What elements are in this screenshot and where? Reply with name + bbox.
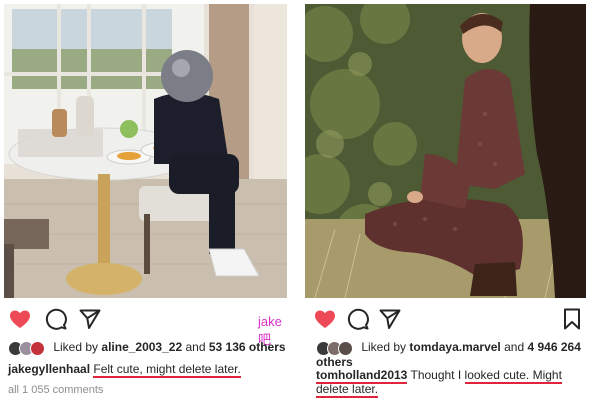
others-count-link[interactable]: 4 946 264	[528, 340, 581, 354]
right-instagram-post: Liked by tomdaya.marvel and 4 946 264 ot…	[300, 0, 590, 401]
heart-icon[interactable]	[313, 307, 337, 331]
liker-avatars	[8, 340, 46, 356]
meme-collage: jake吧 Liked by aline_2003_22 and 53 136 …	[0, 0, 590, 401]
right-post-actions	[308, 307, 590, 333]
avatar	[30, 340, 45, 356]
left-likes-row[interactable]: Liked by aline_2003_22 and 53 136 others	[8, 340, 291, 356]
username-link[interactable]: jakegyllenhaal	[8, 362, 90, 376]
share-icon[interactable]	[78, 307, 102, 331]
left-caption: jakegyllenhaal Felt cute, might delete l…	[8, 362, 288, 378]
left-instagram-post: jake吧 Liked by aline_2003_22 and 53 136 …	[0, 0, 291, 401]
bookmark-icon[interactable]	[560, 307, 584, 331]
right-post-photo	[305, 4, 586, 298]
share-icon[interactable]	[378, 307, 402, 331]
kneeling-man-image	[305, 4, 586, 298]
liker-avatars	[316, 340, 354, 356]
comment-icon[interactable]	[44, 307, 68, 331]
liked-by-prefix: Liked by	[53, 340, 99, 354]
others-count-link[interactable]: 53 136 others	[209, 340, 286, 354]
and-word: and	[185, 340, 206, 354]
left-post-actions	[8, 307, 291, 333]
breakfast-room-image	[4, 4, 287, 298]
avatar	[338, 340, 353, 356]
right-likes-row[interactable]: Liked by tomdaya.marvel and 4 946 264 ot…	[316, 340, 586, 369]
right-caption: tomholland2013 Thought I looked cute. Mi…	[316, 368, 586, 398]
heart-icon[interactable]	[8, 307, 32, 331]
comment-icon[interactable]	[346, 307, 370, 331]
left-post-photo	[4, 4, 287, 298]
liked-by-user-link[interactable]: aline_2003_22	[101, 340, 182, 354]
liked-by-prefix: Liked by	[361, 340, 407, 354]
caption-text: Felt cute, might delete later.	[93, 362, 241, 378]
others-word[interactable]: others	[316, 355, 353, 369]
and-word: and	[504, 340, 525, 354]
view-all-comments-link[interactable]: all 1 055 comments	[8, 384, 103, 396]
liked-by-user-link[interactable]: tomdaya.marvel	[409, 340, 500, 354]
caption-text-before: Thought I	[410, 368, 462, 382]
